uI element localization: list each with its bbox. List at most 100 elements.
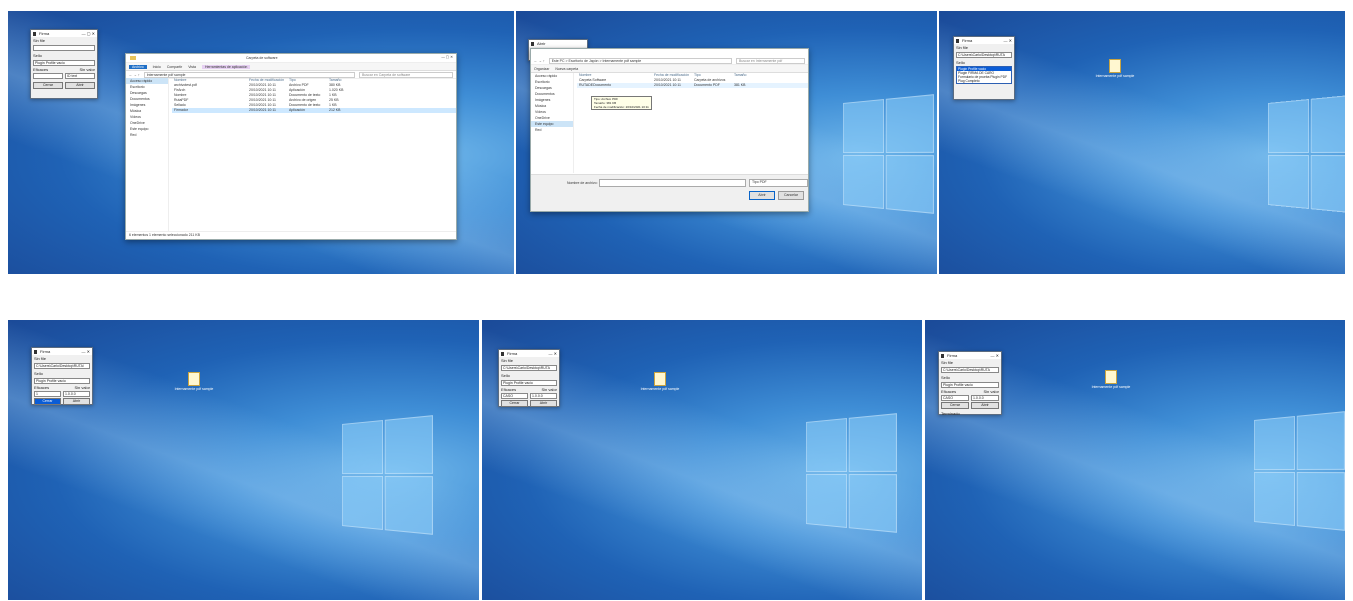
file-explorer-window: Carpeta de software — ▢ ✕ Archivo Inicio… [125,53,457,240]
window-controls[interactable]: — ✕ [991,353,999,358]
dialog-titlebar: Firma — ✕ [939,352,1001,359]
table-row-hovered[interactable]: RUTADEDocumento 20/10/2021 10:11 Documento… [577,83,808,88]
tab-herramientas[interactable]: Herramientas de aplicación [201,64,251,69]
navigation-pane: Acceso rápido Escritorio Descargas Docum… [126,78,169,231]
seal-select[interactable]: Plugin Profile vacio [34,378,90,384]
file-input[interactable]: C:\Users\Carlo\Desktop\RUTA [941,367,999,373]
option-b-input[interactable]: ID text [65,73,95,79]
option-a-label: Eficaces [33,67,49,72]
close-button[interactable]: Cerrar [941,402,969,409]
search-box[interactable]: Buscar en Internamente pdf [736,57,805,64]
breadcrumb[interactable]: Este PC > Escritorio de Japón > Internam… [548,57,732,64]
open-button[interactable]: Abrir [971,402,999,409]
status-bar: 6 elementos 1 elemento seleccionado 211 … [126,231,456,239]
close-button[interactable]: Cerrar [34,398,61,405]
organize-button[interactable]: Organizar [534,67,549,71]
navigation-pane: Acceso rápido Escritorio Descargas Docum… [531,73,574,173]
option-a-input[interactable]: 1 [34,391,61,397]
cancel-button[interactable]: Cancelar [778,191,804,200]
firma-dialog: Firma — ✕ Sin file C:\Users\Carlo\Deskto… [498,349,560,407]
firma-dialog: Firma — ✕ Sin file C:\Users\Carlo\Deskto… [953,36,1015,100]
nav-item[interactable]: Red [126,132,168,138]
filetype-select[interactable]: Tipo PDF [749,179,808,187]
nav-item[interactable]: Red [531,127,573,133]
desktop-icon-label: Internamente pdf sample [174,387,214,391]
desktop-file-icon[interactable]: Internamente pdf sample [1095,59,1135,78]
tab-archivo[interactable]: Archivo [129,64,147,69]
dialog-titlebar: Firma — ✕ [32,348,92,355]
option-b-input[interactable]: 1.0.0.0 [63,391,90,397]
tab-compartir[interactable]: Compartir [167,65,182,69]
document-icon [1105,370,1117,384]
panel-5: Internamente pdf sample Firma — ✕ Sin fi… [482,320,922,600]
window-controls[interactable]: — ✕ [1004,38,1012,43]
dropdown-option[interactable]: Plug Completo [957,79,1011,83]
option-b-input[interactable]: 1.0.0.0 [530,393,557,399]
file-input[interactable] [33,45,95,51]
window-controls[interactable]: — ✕ [549,351,557,356]
dialog-title: Firma [947,353,958,358]
cell: 212 KB [329,108,341,112]
seal-select[interactable]: Plugin Profile vacio [501,380,557,386]
window-controls[interactable]: — ✕ [82,349,90,354]
options-row: Eficaces Sin valor [34,385,90,390]
options-values-row: ID text [33,73,95,79]
new-folder-button[interactable]: Nueva carpeta [555,67,578,71]
seal-label: Sello [34,371,43,376]
open-button[interactable]: Abrir [749,191,775,200]
tab-inicio[interactable]: Inicio [153,65,161,69]
folder-icon [130,56,136,60]
seal-select[interactable]: Plugin Profile vacio [941,382,999,388]
open-button[interactable]: Abrir [63,398,90,405]
seal-dropdown-list[interactable]: Plugin Profile vacio Plugin FIRMA DE CAR… [956,66,1012,84]
window-controls[interactable]: — ▢ ✕ [441,55,453,59]
table-row-selected[interactable]: Firmador 20/10/2021 10:11 Aplicación 212 KB [172,108,456,113]
options-row: Eficaces Sin valor [941,389,999,394]
option-b-input[interactable]: 1.0.0.0 [971,395,999,401]
tab-vista[interactable]: Vista [188,65,196,69]
buttons-row: Cerrar Abrir [941,402,999,409]
cell: Aplicación [289,108,305,112]
option-b-label: Sin valor [983,389,999,394]
file-list: Nombre Fecha de modificación Tipo Tamaño… [172,78,456,231]
nav-arrows-icon[interactable]: ← → ↑ [129,73,140,77]
dialog-titlebar: Firma — ▢ ✕ [31,30,97,37]
open-button[interactable]: Abrir [530,400,557,407]
window-controls[interactable]: — ▢ ✕ [82,31,95,36]
filename-input[interactable] [599,179,746,187]
file-input[interactable]: C:\Users\Carlo\Desktop\RUTA [501,365,557,371]
close-button[interactable]: Cerrar [33,82,63,89]
search-box[interactable]: Buscar en Carpeta de software [359,71,453,78]
file-input[interactable]: C:\Users\Carlo\Desktop\RUTA\ [34,363,90,369]
breadcrumb[interactable]: Internamente pdf sample [143,71,355,78]
windows-logo [843,94,934,214]
nav-arrows-icon[interactable]: ← → ↑ [534,59,545,63]
status-text: Terminado [941,411,960,416]
file-input[interactable]: C:\Users\Carlo\Desktop\RUTA [956,52,1012,58]
app-icon [34,349,37,354]
file-label: Sin file [956,45,969,50]
file-list: Nombre Fecha de modificación Tipo Tamaño… [577,73,808,173]
app-icon [33,31,36,36]
ribbon-tabs: Archivo Inicio Compartir Vista Herramien… [126,63,456,71]
option-a-input[interactable]: CASO [941,395,969,401]
desktop-file-icon[interactable]: Internamente pdf sample [1091,370,1131,389]
option-b-label: Sin valor [79,67,95,72]
cell: 381 KB [734,83,746,87]
buttons-row: Cerrar Abrir [34,398,90,405]
option-a-input[interactable]: CASO [501,393,528,399]
desktop-file-icon[interactable]: Internamente pdf sample [640,372,680,391]
dialog-titlebar: Firma — ✕ [499,350,559,357]
seal-label: Sello [501,373,510,378]
seal-select[interactable]: Plugin Profile vacio [33,60,95,66]
desktop-file-icon[interactable]: Internamente pdf sample [174,372,214,391]
panel-1: Firma — ▢ ✕ Sin file Sello Plugin Profil… [8,11,514,274]
file-tooltip: Tipo: Archivo PDF Tamaño: 381 KB Fecha d… [591,96,652,110]
app-icon [531,41,534,46]
open-button[interactable]: Abrir [65,82,95,89]
desktop-icon-label: Internamente pdf sample [640,387,680,391]
option-a-input[interactable] [33,73,63,79]
document-icon [188,372,200,386]
close-button[interactable]: Cerrar [501,400,528,407]
panel-2: Abrir ← → ↑ Este PC > Escritorio de Japó… [516,11,937,274]
